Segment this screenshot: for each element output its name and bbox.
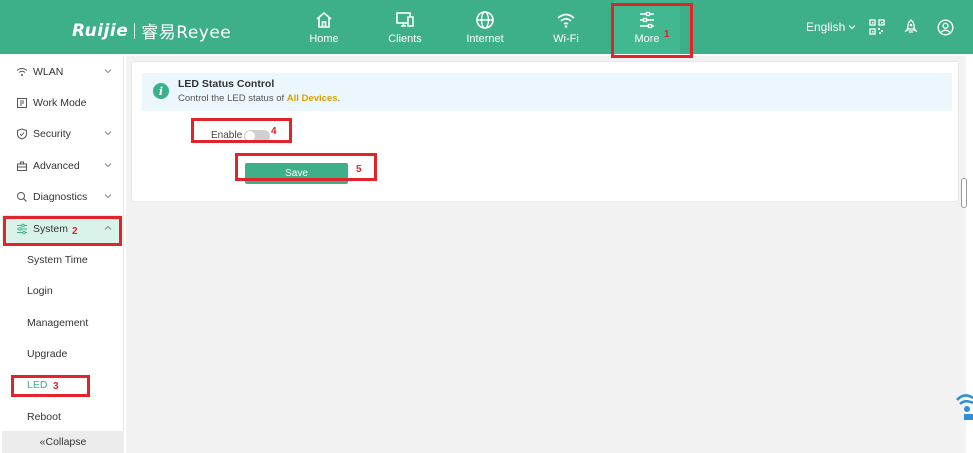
sidebar-subitem-label: Management <box>27 317 89 329</box>
info-banner: i LED Status Control Control the LED sta… <box>142 73 952 111</box>
chevron-down-icon <box>104 69 112 74</box>
sidebar-item-diagnostics[interactable]: Diagnostics <box>2 183 124 211</box>
sidebar-subitem-label: Reboot <box>27 411 61 423</box>
annotation-box-led <box>11 375 90 397</box>
sidebar-subitem-management[interactable]: Management <box>2 309 124 337</box>
annotation-number: 4 <box>271 126 277 137</box>
nav-home[interactable]: Home <box>303 0 345 54</box>
sidebar-subitem-system-time[interactable]: System Time <box>2 246 124 274</box>
nav-wifi-label: Wi-Fi <box>553 32 579 45</box>
collapse-label: Collapse <box>45 436 87 448</box>
annotation-number: 3 <box>53 381 59 392</box>
sidebar-item-label: WLAN <box>33 66 64 78</box>
mode-icon <box>17 98 27 108</box>
sidebar-subitem-label: Login <box>27 285 53 297</box>
all-devices-highlight: All Devices <box>286 93 338 104</box>
info-description: Control the LED status of All Devices. <box>178 93 341 104</box>
annotation-number: 5 <box>356 164 362 175</box>
sidebar-item-label: Advanced <box>33 160 80 172</box>
logo-divider <box>134 22 136 39</box>
globe-icon <box>476 10 494 29</box>
sidebar-item-label: Security <box>33 128 71 140</box>
annotation-box-more <box>611 3 693 58</box>
toolbox-icon <box>17 161 27 171</box>
brand-logo: Ruijie 睿易Reyee <box>72 18 232 44</box>
sidebar-item-advanced[interactable]: Advanced <box>2 152 124 180</box>
wifi-icon <box>557 13 575 28</box>
nav-home-label: Home <box>309 32 339 45</box>
sidebar-item-work-mode[interactable]: Work Mode <box>2 89 124 117</box>
rocket-button[interactable] <box>903 0 919 54</box>
sidebar-item-label: Diagnostics <box>33 191 88 203</box>
sidebar-subitem-login[interactable]: Login <box>2 277 124 305</box>
collapse-sidebar-button[interactable]: « Collapse <box>2 431 124 453</box>
user-icon <box>937 18 954 36</box>
scrollbar-thumb[interactable] <box>961 178 967 208</box>
sidebar-subitem-label: Upgrade <box>27 348 68 360</box>
brand-subname: 睿易Reyee <box>141 23 232 43</box>
top-navigation-bar: Ruijie 睿易Reyee Home Clients Internet Wi-… <box>0 0 973 54</box>
wifi-icon <box>16 68 28 76</box>
chevron-down-icon <box>104 194 112 199</box>
search-icon <box>17 192 27 202</box>
annotation-number: 1 <box>664 29 670 40</box>
qr-code-icon <box>869 19 885 35</box>
language-label: English <box>806 20 846 34</box>
sidebar-item-security[interactable]: Security <box>2 120 124 148</box>
nav-internet-label: Internet <box>466 32 504 45</box>
nav-wifi[interactable]: Wi-Fi <box>545 0 587 54</box>
rocket-icon <box>904 19 918 33</box>
sidebar-subitem-reboot[interactable]: Reboot <box>2 403 124 431</box>
info-title: LED Status Control <box>178 78 275 90</box>
brand-name: Ruijie <box>72 20 129 41</box>
monitor-icon <box>396 11 414 27</box>
nav-clients-label: Clients <box>388 32 422 45</box>
sidebar-subitem-upgrade[interactable]: Upgrade <box>2 340 124 368</box>
sidebar-item-label: Work Mode <box>33 97 87 109</box>
nav-clients[interactable]: Clients <box>383 0 427 54</box>
chevron-down-icon <box>104 163 112 168</box>
shield-icon <box>17 128 27 140</box>
annotation-box-system <box>3 216 122 246</box>
chevron-down-icon <box>104 131 112 136</box>
user-account-button[interactable] <box>937 0 954 54</box>
home-icon <box>316 11 332 28</box>
info-icon: i <box>153 83 169 99</box>
sidebar-subitem-label: System Time <box>27 254 88 266</box>
sidebar-item-wlan[interactable]: WLAN <box>2 58 124 86</box>
main-content: i LED Status Control Control the LED sta… <box>126 56 966 453</box>
assistant-widget-icon[interactable] <box>955 392 973 422</box>
nav-internet[interactable]: Internet <box>462 0 508 54</box>
chevron-down-icon <box>849 25 856 30</box>
language-selector[interactable]: English <box>806 0 856 54</box>
qr-code-button[interactable] <box>869 0 885 54</box>
annotation-number: 2 <box>72 226 78 237</box>
